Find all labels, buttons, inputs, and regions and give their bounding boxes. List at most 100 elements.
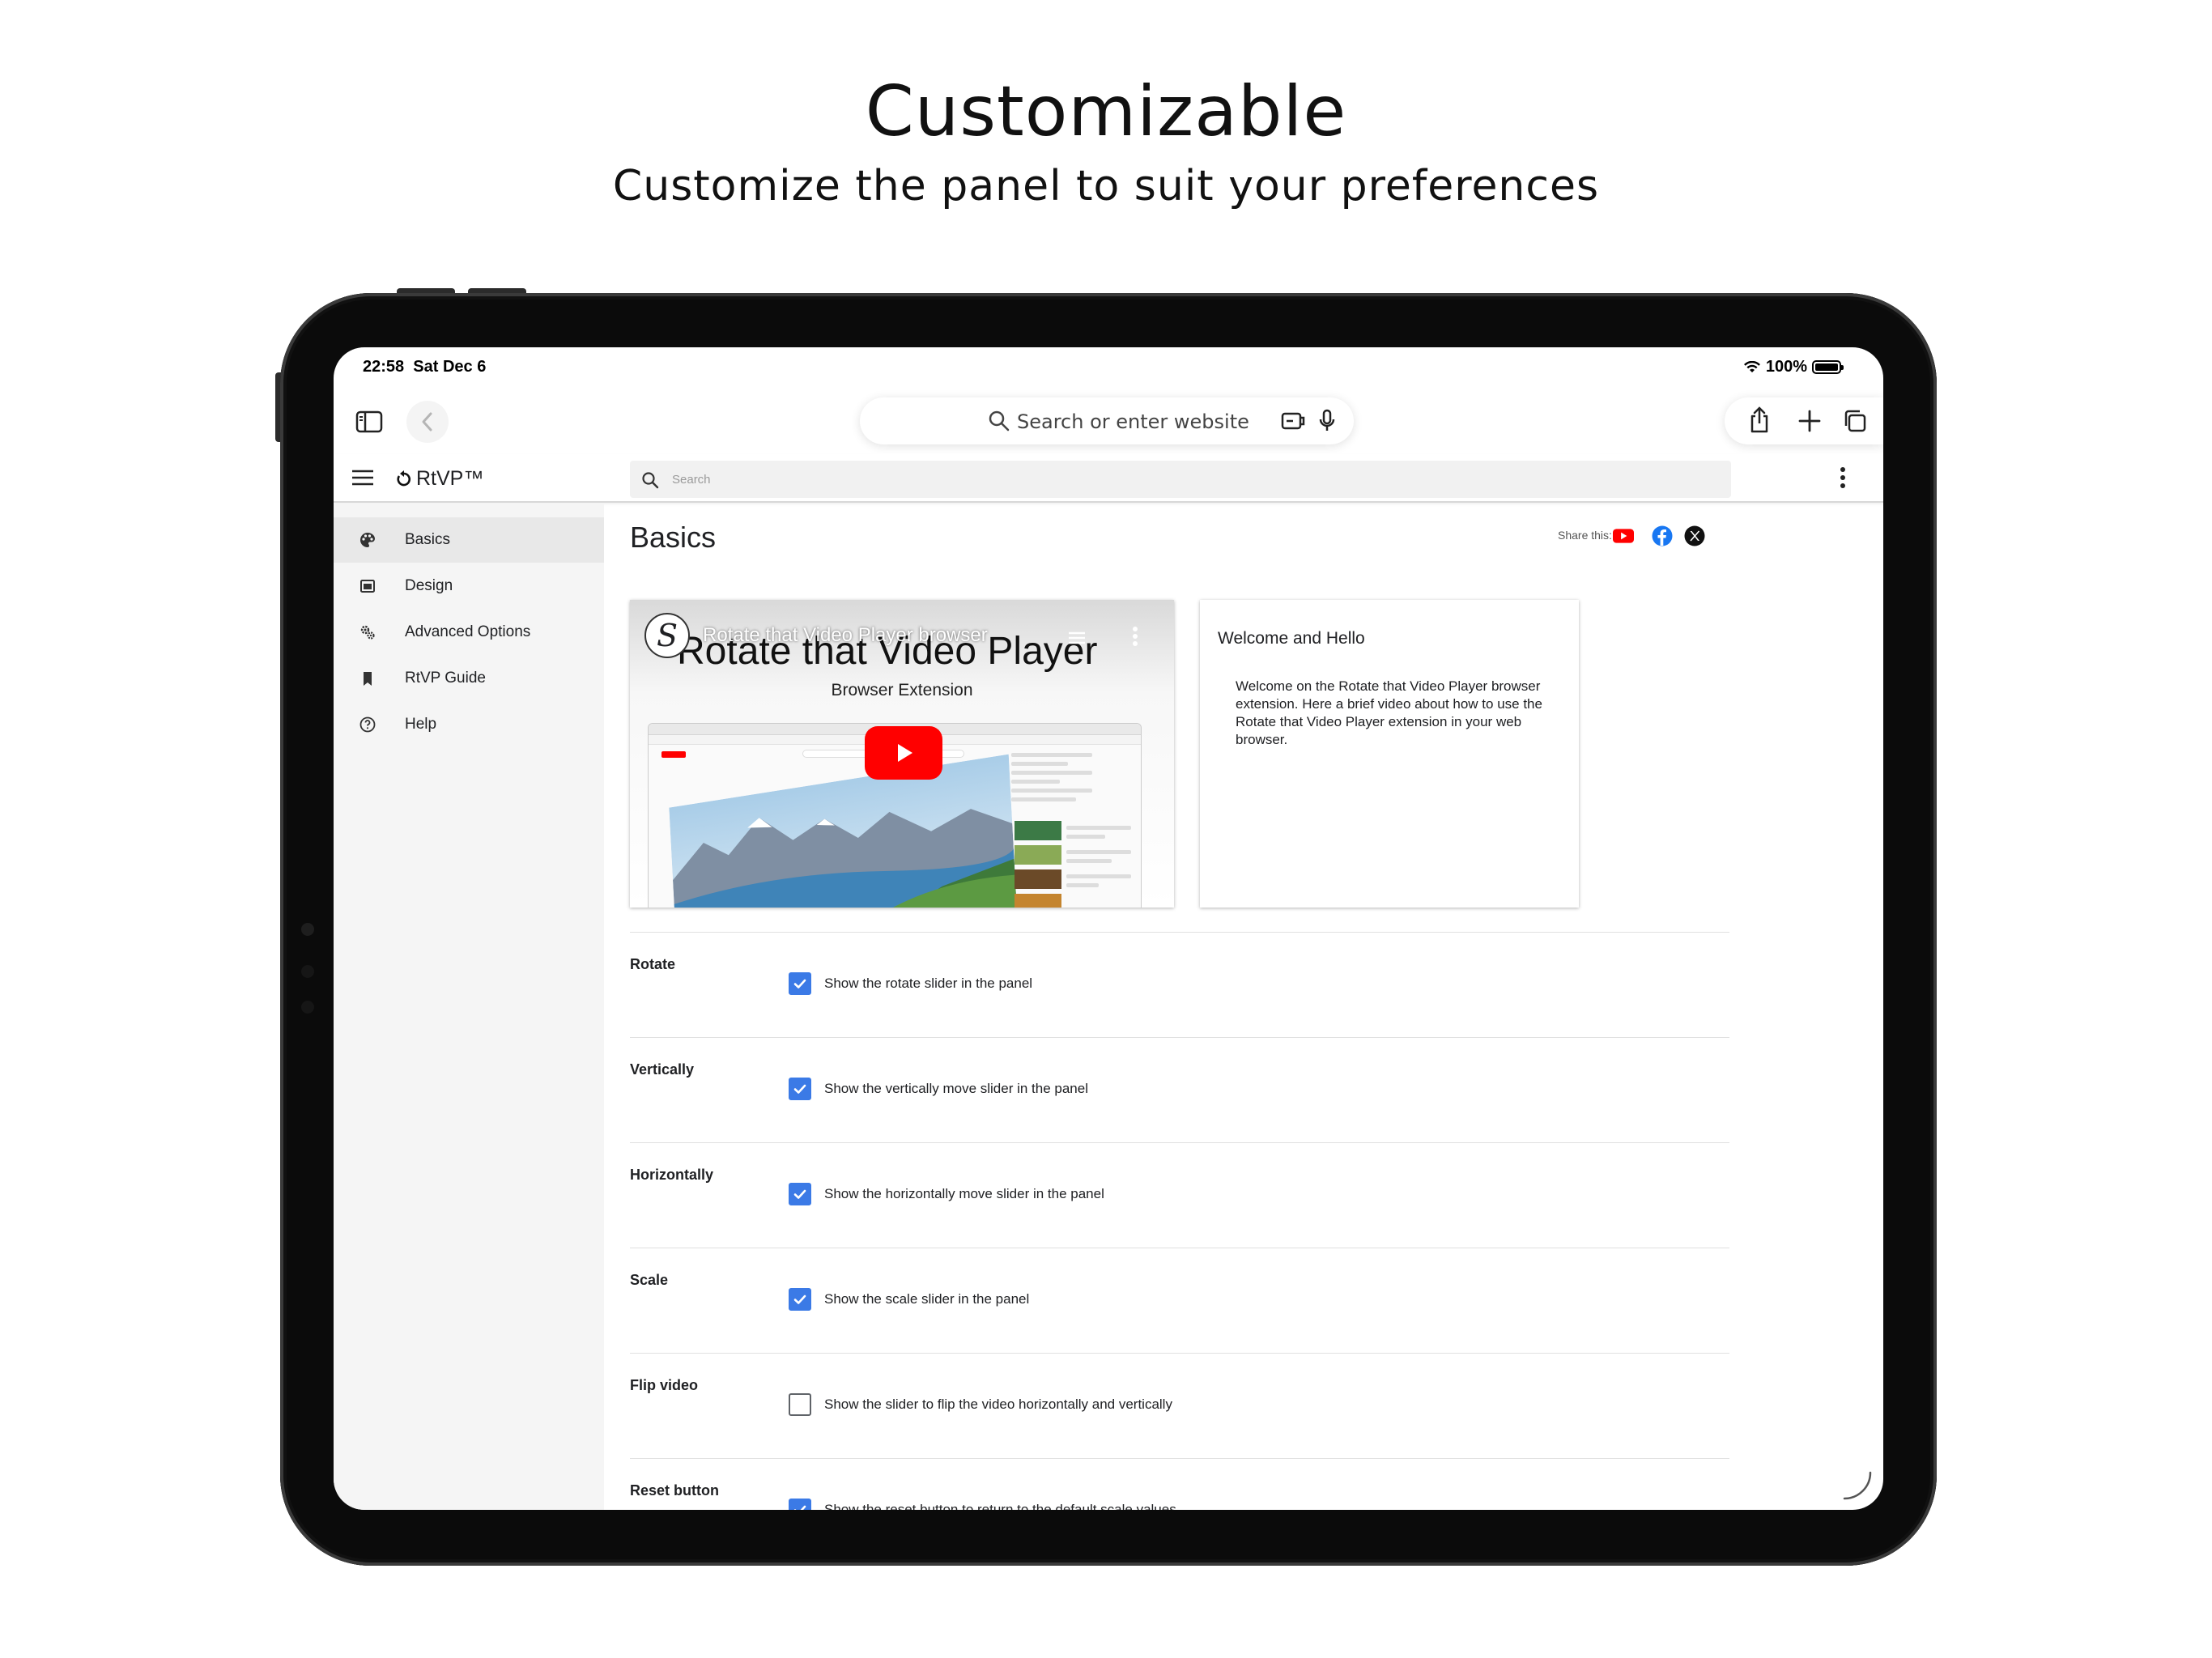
checkmark-icon [793, 1505, 806, 1510]
brand-name: RtVP™ [416, 467, 484, 490]
sidebar-item-label: Basics [405, 531, 450, 548]
browser-toolbar: Search or enter website [334, 385, 1883, 454]
sidebar-item-label: Advanced Options [405, 623, 531, 640]
horizontally-checkbox[interactable] [789, 1183, 811, 1205]
option-label-flip-video: Flip video [630, 1377, 699, 1393]
window-icon [358, 576, 377, 596]
camera-icon [301, 923, 314, 936]
app-brand[interactable]: RtVP™ [395, 467, 483, 491]
youtube-icon[interactable] [1613, 525, 1634, 546]
divider [630, 1142, 1729, 1143]
battery-percent: 100% [1765, 358, 1807, 376]
share-label: Share this: [1558, 529, 1612, 542]
more-vert-icon[interactable] [1840, 466, 1846, 490]
search-icon [642, 472, 659, 489]
welcome-title: Welcome and Hello [1218, 629, 1365, 648]
sidebar-item-help[interactable]: Help [334, 702, 604, 747]
sidebar-item-advanced-options[interactable]: Advanced Options [334, 610, 604, 655]
checkmark-icon [793, 1295, 806, 1304]
playlist-icon[interactable] [1067, 631, 1087, 645]
sidebar-nav: Basics Design Advanced Options RtVP Guid… [334, 504, 604, 1510]
option-label-reset-button: Reset button [630, 1482, 719, 1499]
thumb-list [1066, 821, 1131, 892]
tablet-screen: 22:58 Sat Dec 6 100% Search or enter web… [334, 347, 1883, 1510]
status-right: 100% [1743, 358, 1844, 376]
sidebar-item-rtvp-guide[interactable]: RtVP Guide [334, 656, 604, 701]
tabs-icon[interactable] [1843, 409, 1867, 433]
settings-gear-icon [358, 623, 377, 642]
welcome-body: Welcome on the Rotate that Video Player … [1236, 678, 1542, 747]
sidebar-item-label: Help [405, 716, 437, 733]
video-more-icon[interactable] [1132, 626, 1138, 647]
bookmark-icon [358, 669, 377, 688]
reset-button-checkbox[interactable] [789, 1499, 811, 1510]
facebook-icon[interactable] [1652, 525, 1673, 546]
extension-icon[interactable] [1281, 410, 1307, 432]
x-icon[interactable] [1684, 525, 1705, 546]
welcome-card: Welcome and Hello Welcome on the Rotate … [1200, 600, 1579, 908]
sidebar-item-label: Design [405, 577, 453, 594]
divider [630, 1353, 1729, 1354]
checkmark-icon [793, 1189, 806, 1199]
rotate-checkbox[interactable] [789, 972, 811, 995]
option-text: Show the rotate slider in the panel [824, 976, 1033, 991]
option-text: Show the vertically move slider in the p… [824, 1081, 1088, 1096]
battery-fill [1815, 363, 1838, 371]
option-text: Show the scale slider in the panel [824, 1291, 1030, 1307]
help-icon [358, 715, 377, 734]
app-bar: RtVP™ [334, 454, 1883, 503]
option-label-vertically: Vertically [630, 1061, 695, 1078]
option-text: Show the horizontally move slider in the… [824, 1186, 1104, 1201]
palette-icon [358, 530, 377, 550]
thumb-landscape [669, 754, 1017, 908]
vertically-checkbox[interactable] [789, 1078, 811, 1100]
thumb-video [1015, 821, 1061, 840]
status-time: 22:58 Sat Dec 6 [363, 358, 486, 376]
sidebar-item-basics[interactable]: Basics [334, 517, 604, 563]
status-date: Sat Dec 6 [413, 358, 487, 376]
main-content: Basics Share this: Rotate that Video Pla… [604, 504, 1883, 1510]
back-icon[interactable] [406, 401, 449, 443]
sensor-dot [301, 1001, 314, 1014]
url-placeholder: Search or enter website [1017, 410, 1249, 433]
plus-icon[interactable] [1797, 409, 1822, 433]
menu-icon[interactable] [351, 469, 374, 487]
battery-icon [1812, 360, 1844, 374]
thumb-video [1015, 845, 1061, 865]
option-label-horizontally: Horizontally [630, 1167, 714, 1183]
sidebar-icon[interactable] [348, 401, 390, 443]
video-subtitle: Browser Extension [831, 681, 973, 699]
wifi-icon [1743, 360, 1760, 372]
address-bar[interactable]: Search or enter website [860, 397, 1354, 444]
scroll-indicator [1843, 1471, 1872, 1500]
flip-video-checkbox[interactable] [789, 1393, 811, 1416]
sidebar-item-label: RtVP Guide [405, 670, 486, 687]
option-label-scale: Scale [630, 1272, 669, 1288]
sensor-dot [301, 965, 314, 978]
channel-avatar[interactable]: S [644, 613, 690, 658]
divider [630, 1458, 1729, 1459]
option-text: Show the slider to flip the video horizo… [824, 1397, 1172, 1412]
video-embed[interactable]: Rotate that Video Player Browser Extensi… [630, 600, 1174, 908]
status-bar: 22:58 Sat Dec 6 100% [334, 347, 1883, 385]
hero-title: Customizable [865, 71, 1347, 152]
checkmark-icon [793, 979, 806, 988]
share-icon[interactable] [1747, 406, 1772, 434]
play-button[interactable] [865, 726, 942, 780]
scale-checkbox[interactable] [789, 1288, 811, 1311]
play-icon [898, 744, 912, 762]
thumb-youtube-logo [661, 751, 686, 758]
hero-subtitle: Customize the panel to suit your prefere… [612, 162, 1600, 210]
status-clock: 22:58 [363, 358, 405, 376]
toolbar-actions [1725, 397, 1883, 444]
microphone-icon[interactable] [1318, 409, 1336, 433]
search-icon [989, 410, 1010, 432]
video-overlay-title[interactable]: Rotate that Video Player browser [703, 624, 1043, 647]
app-search[interactable] [630, 461, 1731, 498]
app-search-input[interactable] [672, 469, 1708, 490]
rotate-logo-icon [397, 470, 411, 486]
thumb-video [1015, 869, 1061, 889]
option-text: Show the reset button to return to the d… [824, 1502, 1176, 1510]
sidebar-item-design[interactable]: Design [334, 563, 604, 609]
thumb-video [1015, 894, 1061, 908]
